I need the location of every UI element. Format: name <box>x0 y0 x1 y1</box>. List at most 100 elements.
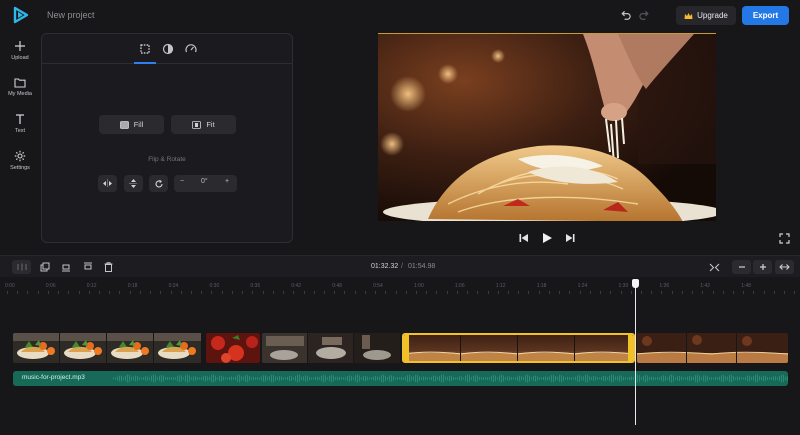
waveform-bar <box>767 376 768 381</box>
align-bottom-button[interactable] <box>56 260 75 274</box>
upgrade-button[interactable]: Upgrade <box>676 6 736 25</box>
waveform-bar <box>129 374 130 383</box>
clip-trim-handle-left[interactable] <box>404 335 409 361</box>
waveform-bar <box>493 375 494 382</box>
ruler-tick <box>191 291 192 294</box>
split-button[interactable] <box>12 260 31 274</box>
waveform-bar <box>251 377 252 380</box>
waveform-bar <box>397 377 398 380</box>
waveform-bar <box>753 376 754 381</box>
ruler-tick <box>713 291 714 294</box>
speed-icon[interactable] <box>184 42 198 56</box>
waveform-bar <box>693 376 694 381</box>
crop-icon[interactable] <box>138 42 152 56</box>
waveform-bar <box>119 375 120 382</box>
project-title[interactable]: New project <box>47 10 95 20</box>
waveform-bar <box>457 377 458 380</box>
skip-back-icon[interactable] <box>518 232 530 244</box>
rotation-minus-button[interactable]: − <box>180 178 184 185</box>
nav-settings[interactable]: Settings <box>0 150 40 171</box>
video-clip-2[interactable] <box>206 333 260 363</box>
waveform-bar <box>317 376 318 381</box>
export-button[interactable]: Export <box>742 6 789 25</box>
ruler-tick <box>58 291 59 294</box>
waveform-bar <box>739 376 740 381</box>
waveform-bar <box>245 375 246 382</box>
waveform-bar <box>139 377 140 380</box>
flip-horizontal-button[interactable] <box>98 175 117 192</box>
rotate-button[interactable] <box>149 175 168 192</box>
waveform-bar <box>309 376 310 381</box>
fit-button[interactable]: Fit <box>171 115 236 134</box>
fullscreen-icon[interactable] <box>779 233 790 244</box>
ruler-tick <box>263 291 264 294</box>
delete-button[interactable] <box>99 260 118 274</box>
flip-rotate-label: Flip & Rotate <box>148 156 186 163</box>
fit-timeline-button[interactable] <box>705 260 724 274</box>
video-clip-1[interactable] <box>13 333 204 363</box>
playhead-line[interactable] <box>635 283 636 425</box>
ruler-tick <box>48 291 49 294</box>
video-clip-4-selected[interactable] <box>402 333 635 363</box>
zoom-in-button[interactable] <box>753 260 772 274</box>
audio-track[interactable]: music-for-project.mp3 <box>13 371 788 386</box>
play-icon[interactable] <box>541 232 553 244</box>
waveform-bar <box>499 375 500 382</box>
align-top-button[interactable] <box>78 260 97 274</box>
video-clip-3[interactable] <box>262 333 400 363</box>
ruler-tick <box>7 291 8 294</box>
waveform-bar <box>557 376 558 381</box>
nav-text-label: Text <box>14 128 26 134</box>
waveform-bar <box>655 377 656 380</box>
skip-forward-icon[interactable] <box>564 232 576 244</box>
ruler-tick <box>242 291 243 294</box>
ruler-tick <box>171 291 172 294</box>
rotation-value[interactable]: 0° <box>201 178 208 185</box>
waveform-bar <box>563 376 564 381</box>
zoom-out-button[interactable] <box>732 260 751 274</box>
video-clip-5[interactable] <box>637 333 788 363</box>
waveform-bar <box>381 375 382 382</box>
playhead-handle[interactable] <box>632 279 639 288</box>
ruler-tick <box>518 291 519 294</box>
waveform-bar <box>389 375 390 382</box>
clip-trim-handle-right[interactable] <box>628 335 633 361</box>
panel-tabs <box>42 34 292 64</box>
ruler-tick <box>304 291 305 294</box>
timeline-ruler[interactable]: 0:00 0:06 0:12 0:18 0:24 0:30 0:36 0:42 0:48 0:54… <box>0 278 800 294</box>
waveform-bar <box>615 376 616 381</box>
undo-icon[interactable] <box>619 9 632 22</box>
waveform-bar <box>391 375 392 382</box>
contrast-icon[interactable] <box>161 42 175 56</box>
nav-my-media[interactable]: My Media <box>0 77 40 97</box>
expand-timeline-button[interactable] <box>775 260 794 274</box>
video-preview[interactable] <box>378 33 716 221</box>
rotation-plus-button[interactable]: + <box>225 178 229 185</box>
waveform-bar <box>179 375 180 382</box>
ruler-tick <box>764 291 765 294</box>
waveform-bar <box>279 376 280 381</box>
plus-icon <box>759 264 766 270</box>
ruler-tick <box>774 291 775 294</box>
waveform-bar <box>137 376 138 381</box>
waveform-bar <box>205 375 206 382</box>
fill-button[interactable]: Fill <box>99 115 164 134</box>
waveform-bar <box>729 374 730 383</box>
app-logo-icon[interactable] <box>12 6 30 24</box>
redo-icon[interactable] <box>638 9 651 22</box>
waveform-bar <box>297 374 298 383</box>
duplicate-button[interactable] <box>35 260 54 274</box>
nav-text[interactable]: Text <box>0 113 40 134</box>
waveform-bar <box>185 375 186 382</box>
waveform-bar <box>439 376 440 381</box>
ruler-tick <box>375 291 376 294</box>
ruler-tick <box>130 291 131 294</box>
waveform-bar <box>561 375 562 382</box>
waveform-bar <box>443 374 444 383</box>
waveform-bar <box>533 375 534 382</box>
rotation-stepper[interactable]: − 0° + <box>174 175 237 192</box>
waveform-bar <box>241 376 242 381</box>
flip-vertical-button[interactable] <box>124 175 143 192</box>
nav-upload[interactable]: Upload <box>0 40 40 61</box>
ruler-tick <box>273 291 274 294</box>
